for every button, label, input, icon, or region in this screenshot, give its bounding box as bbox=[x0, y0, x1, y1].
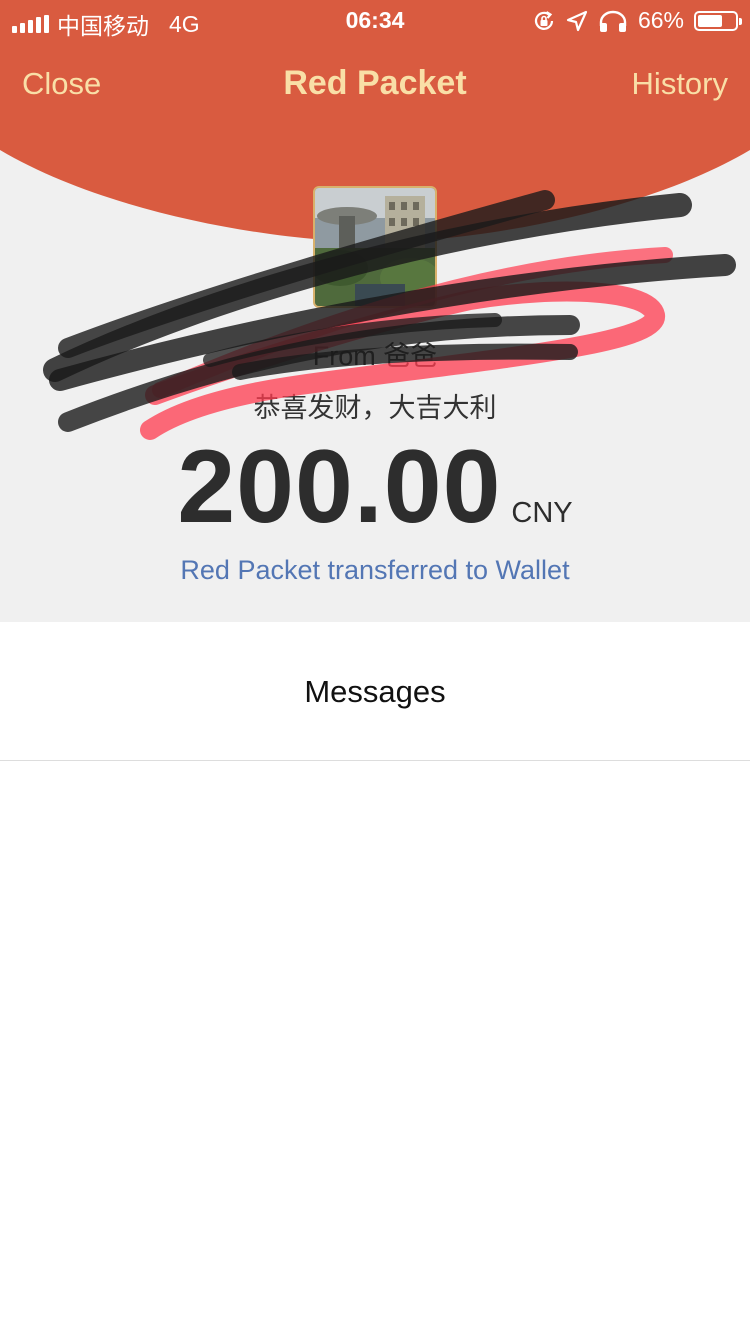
location-arrow-icon bbox=[566, 10, 588, 31]
red-packet-summary: 中国移动 4G 06:34 66% Close Red Packet Histo… bbox=[0, 0, 750, 622]
battery-fill bbox=[698, 14, 722, 27]
battery-icon bbox=[694, 10, 742, 31]
red-packet-screen: 中国移动 4G 06:34 66% Close Red Packet Histo… bbox=[0, 0, 750, 1334]
blessing-message: 恭喜发财，大吉大利 bbox=[253, 393, 497, 424]
amount-row: 200.00 CNY bbox=[0, 428, 750, 547]
sender-name: From 爸爸 bbox=[312, 341, 438, 371]
status-bar: 中国移动 4G 06:34 66% bbox=[0, 0, 750, 42]
wallet-transfer-link[interactable]: Red Packet transferred to Wallet bbox=[0, 555, 750, 586]
history-button[interactable]: History bbox=[632, 66, 728, 102]
amount-value: 200.00 bbox=[177, 429, 502, 545]
messages-title: Messages bbox=[304, 674, 446, 709]
status-right: 66% bbox=[532, 7, 742, 34]
headphones-icon bbox=[599, 10, 627, 32]
currency-label: CNY bbox=[511, 497, 573, 529]
rotation-lock-icon bbox=[534, 10, 554, 30]
battery-tip bbox=[739, 17, 742, 25]
sender-avatar[interactable] bbox=[313, 186, 437, 308]
avatar-photo bbox=[315, 188, 435, 306]
messages-section: Messages bbox=[0, 622, 750, 761]
battery-percent: 66% bbox=[637, 7, 684, 33]
